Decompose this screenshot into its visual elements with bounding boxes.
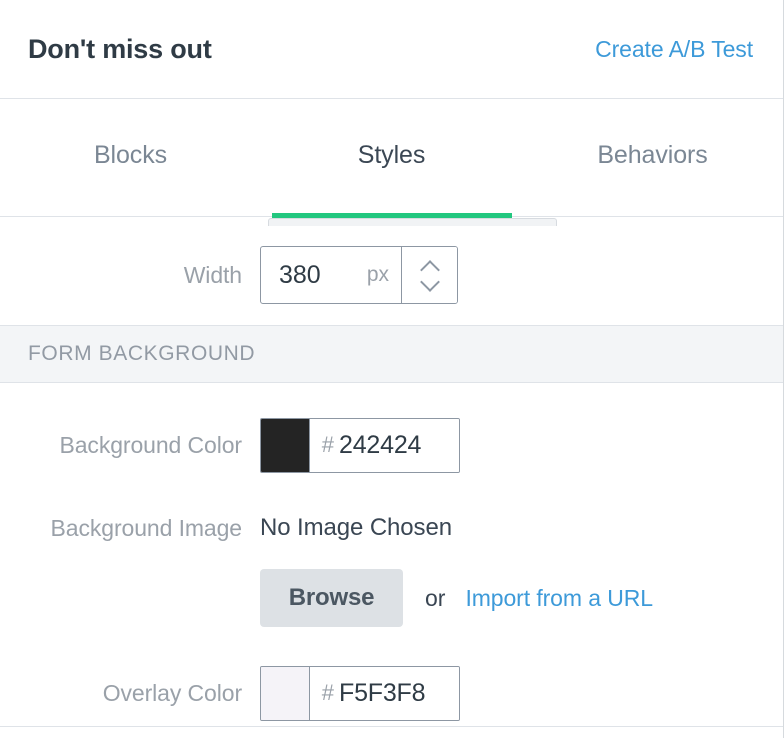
tab-blocks-label: Blocks bbox=[93, 141, 168, 169]
create-ab-test-link[interactable]: Create A/B Test bbox=[595, 36, 753, 63]
background-color-hex-input-area[interactable]: # bbox=[309, 418, 459, 472]
page-title: Don't miss out bbox=[28, 33, 212, 64]
width-label: Width bbox=[183, 261, 242, 288]
background-color-field[interactable]: # bbox=[260, 417, 460, 473]
hash-sign: # bbox=[321, 432, 334, 457]
tab-behaviors[interactable]: Behaviors bbox=[522, 143, 783, 172]
tab-blocks[interactable]: Blocks bbox=[0, 143, 261, 172]
background-image-label: Background Image bbox=[50, 514, 243, 541]
or-separator-label: or bbox=[425, 584, 446, 611]
overlay-color-hex-input-area[interactable]: # bbox=[309, 666, 459, 720]
panel-header: Don't miss out Create A/B Test bbox=[0, 0, 783, 99]
form-background-section-header: FORM BACKGROUND bbox=[0, 326, 783, 383]
overlay-color-label: Overlay Color bbox=[102, 679, 242, 706]
width-number-field[interactable]: px bbox=[260, 246, 458, 304]
tab-styles[interactable]: Styles bbox=[261, 141, 522, 220]
overlay-color-swatch[interactable] bbox=[261, 666, 310, 720]
width-stepper[interactable] bbox=[401, 247, 457, 303]
styles-panel: Don't miss out Create A/B Test Blocks St… bbox=[0, 0, 784, 738]
background-image-status: No Image Chosen bbox=[260, 514, 452, 541]
background-image-row: Background Image No Image Chosen bbox=[0, 503, 783, 553]
background-color-row: Background Color # bbox=[0, 409, 783, 481]
width-unit-label: px bbox=[366, 263, 389, 286]
chevron-up-icon[interactable] bbox=[421, 262, 439, 272]
background-color-hex-input[interactable] bbox=[339, 430, 459, 460]
tab-styles-label: Styles bbox=[357, 141, 426, 169]
background-color-label: Background Color bbox=[59, 431, 242, 458]
tab-behaviors-label: Behaviors bbox=[597, 141, 708, 169]
bottom-divider bbox=[0, 726, 783, 727]
overlay-color-hex-input[interactable] bbox=[339, 678, 459, 708]
background-image-actions-row: Browse or Import from a URL bbox=[0, 565, 783, 631]
width-input[interactable] bbox=[279, 260, 361, 290]
import-from-url-link[interactable]: Import from a URL bbox=[465, 585, 653, 612]
background-color-swatch[interactable] bbox=[261, 418, 310, 472]
overlay-color-row: Overlay Color # bbox=[0, 657, 783, 729]
browse-button[interactable]: Browse bbox=[260, 569, 403, 627]
overlay-color-field[interactable]: # bbox=[260, 665, 460, 721]
width-row: Width px bbox=[0, 217, 783, 326]
chevron-down-icon[interactable] bbox=[421, 278, 439, 288]
panel-body: Width px FORM BACKGROUND Background Colo… bbox=[0, 217, 783, 729]
tab-bar: Blocks Styles Behaviors bbox=[0, 99, 783, 220]
width-input-area[interactable]: px bbox=[261, 247, 401, 303]
hash-sign: # bbox=[321, 680, 334, 705]
